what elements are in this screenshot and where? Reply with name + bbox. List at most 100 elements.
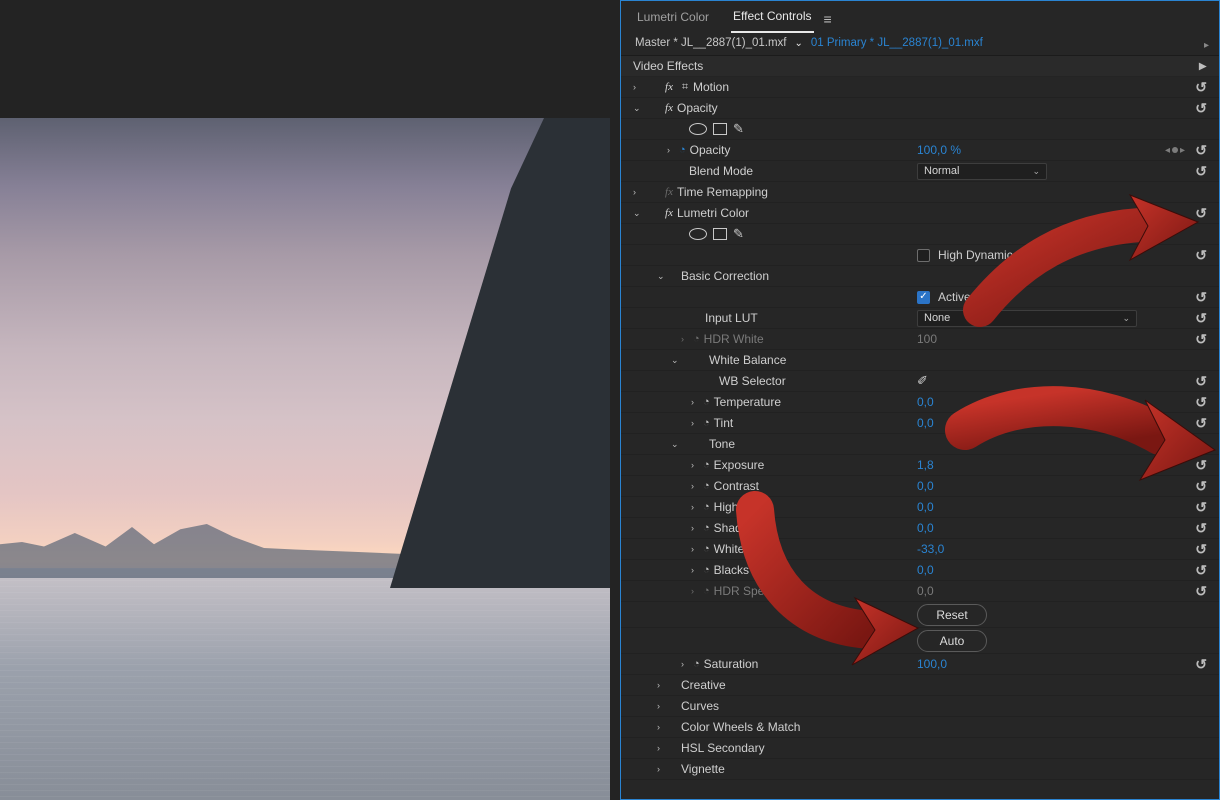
effect-time-remapping[interactable]: › fx Time Remapping — [621, 182, 1219, 203]
chevron-down-icon[interactable]: ⌄ — [657, 271, 669, 282]
effect-lumetri-color[interactable]: ⌄ fx Lumetri Color ↺ — [621, 203, 1219, 224]
mask-rect-icon[interactable] — [713, 228, 727, 240]
chevron-right-icon[interactable]: › — [657, 701, 669, 711]
reset-icon[interactable]: ↺ — [1193, 331, 1209, 348]
highlights-row[interactable]: › ◔ Highlights 0,0 ↺ — [621, 497, 1219, 518]
blend-mode-row[interactable]: Blend Mode Normal ⌄ ↺ — [621, 161, 1219, 182]
chevron-down-icon[interactable]: ⌄ — [671, 439, 683, 450]
temperature-value[interactable]: 0,0 — [917, 395, 934, 409]
panel-menu-icon[interactable]: ≡ — [824, 11, 832, 27]
stopwatch-icon[interactable]: ◔ — [703, 480, 710, 492]
highlights-value[interactable]: 0,0 — [917, 500, 934, 514]
chevron-right-icon[interactable]: › — [681, 659, 693, 669]
reset-icon[interactable]: ↺ — [1193, 79, 1209, 96]
reset-icon[interactable]: ↺ — [1193, 373, 1209, 390]
caret-down-icon[interactable]: ⌄ — [795, 38, 803, 49]
tab-effect-controls[interactable]: Effect Controls — [731, 5, 813, 33]
reset-icon[interactable]: ↺ — [1193, 415, 1209, 432]
active-row[interactable]: Active ↺ — [621, 287, 1219, 308]
chevron-right-icon[interactable]: › — [657, 764, 669, 774]
chevron-right-icon[interactable]: › — [691, 565, 703, 575]
effect-opacity[interactable]: ⌄ fx Opacity ↺ — [621, 98, 1219, 119]
exposure-value[interactable]: 1,8 — [917, 458, 934, 472]
shadows-value[interactable]: 0,0 — [917, 521, 934, 535]
creative-header[interactable]: › Creative — [621, 675, 1219, 696]
fx-icon[interactable]: fx — [661, 186, 677, 198]
mask-ellipse-icon[interactable] — [689, 228, 707, 240]
hdr-row[interactable]: High Dynamic Range ↺ — [621, 245, 1219, 266]
chevron-right-icon[interactable]: › — [667, 145, 679, 155]
stopwatch-icon[interactable]: ◔ — [703, 459, 710, 471]
eyedropper-icon[interactable]: ✐ — [917, 373, 928, 389]
reset-button[interactable]: Reset — [917, 604, 987, 626]
vignette-header[interactable]: › Vignette — [621, 759, 1219, 780]
chevron-down-icon[interactable]: ⌄ — [633, 103, 645, 114]
exposure-row[interactable]: › ◔ Exposure 1,8 ↺ — [621, 455, 1219, 476]
stopwatch-icon[interactable]: ◔ — [703, 522, 710, 534]
blend-mode-dropdown[interactable]: Normal ⌄ — [917, 163, 1047, 180]
collapse-icon[interactable]: ▴ — [1195, 60, 1212, 71]
blacks-row[interactable]: › ◔ Blacks 0,0 ↺ — [621, 560, 1219, 581]
input-lut-dropdown[interactable]: None ⌄ — [917, 310, 1137, 327]
chevron-right-icon[interactable]: › — [657, 680, 669, 690]
mask-pen-icon[interactable]: ✎ — [733, 226, 744, 242]
mask-ellipse-icon[interactable] — [689, 123, 707, 135]
tab-lumetri-color[interactable]: Lumetri Color — [635, 6, 711, 32]
white-balance-header[interactable]: ⌄ White Balance — [621, 350, 1219, 371]
reset-icon[interactable]: ↺ — [1193, 205, 1209, 222]
reset-icon[interactable]: ↺ — [1193, 478, 1209, 495]
hdr-checkbox[interactable] — [917, 249, 930, 262]
mask-pen-icon[interactable]: ✎ — [733, 121, 744, 137]
chevron-right-icon[interactable]: › — [691, 418, 703, 428]
input-lut-row[interactable]: Input LUT None ⌄ ↺ — [621, 308, 1219, 329]
stopwatch-icon[interactable]: ◔ — [679, 144, 686, 156]
breadcrumb-master[interactable]: Master * JL__2887(1)_01.mxf — [635, 37, 787, 49]
temperature-row[interactable]: › ◔ Temperature 0,0 ↺ — [621, 392, 1219, 413]
tint-value[interactable]: 0,0 — [917, 416, 934, 430]
fx-icon[interactable]: fx — [661, 81, 677, 93]
reset-icon[interactable]: ↺ — [1193, 310, 1209, 327]
chevron-right-icon[interactable]: › — [657, 722, 669, 732]
reset-icon[interactable]: ↺ — [1193, 247, 1209, 264]
contrast-row[interactable]: › ◔ Contrast 0,0 ↺ — [621, 476, 1219, 497]
stopwatch-icon[interactable]: ◔ — [703, 417, 710, 429]
active-checkbox[interactable] — [917, 291, 930, 304]
opacity-value[interactable]: 100,0 % — [917, 143, 961, 157]
stopwatch-icon[interactable]: ◔ — [693, 658, 700, 670]
reset-icon[interactable]: ↺ — [1193, 499, 1209, 516]
chevron-right-icon[interactable]: › — [657, 743, 669, 753]
reset-icon[interactable]: ↺ — [1193, 457, 1209, 474]
mask-rect-icon[interactable] — [713, 123, 727, 135]
reset-icon[interactable]: ↺ — [1193, 562, 1209, 579]
basic-correction-header[interactable]: ⌄ Basic Correction — [621, 266, 1219, 287]
reset-icon[interactable]: ↺ — [1193, 394, 1209, 411]
chevron-right-icon[interactable]: › — [633, 187, 645, 197]
tint-row[interactable]: › ◔ Tint 0,0 ↺ — [621, 413, 1219, 434]
reset-icon[interactable]: ↺ — [1193, 289, 1209, 306]
effect-motion[interactable]: › fx ⌗ Motion ↺ — [621, 77, 1219, 98]
reset-icon[interactable]: ↺ — [1193, 656, 1209, 673]
stopwatch-icon[interactable]: ◔ — [703, 396, 710, 408]
curves-header[interactable]: › Curves — [621, 696, 1219, 717]
chevron-right-icon[interactable]: › — [691, 544, 703, 554]
blacks-value[interactable]: 0,0 — [917, 563, 934, 577]
chevron-down-icon[interactable]: ⌄ — [633, 208, 645, 219]
reset-icon[interactable]: ↺ — [1193, 520, 1209, 537]
stopwatch-icon[interactable]: ◔ — [703, 564, 710, 576]
saturation-value[interactable]: 100,0 — [917, 657, 947, 671]
reset-icon[interactable]: ↺ — [1193, 100, 1209, 117]
fx-icon[interactable]: fx — [661, 102, 677, 114]
chevron-right-icon[interactable]: › — [633, 82, 645, 92]
chevron-down-icon[interactable]: ⌄ — [671, 355, 683, 366]
breadcrumb-clip[interactable]: 01 Primary * JL__2887(1)_01.mxf — [811, 37, 983, 49]
auto-button[interactable]: Auto — [917, 630, 987, 652]
hsl-header[interactable]: › HSL Secondary — [621, 738, 1219, 759]
reset-icon[interactable]: ↺ — [1193, 142, 1209, 159]
wb-selector-row[interactable]: WB Selector ✐ ↺ — [621, 371, 1219, 392]
chevron-right-icon[interactable]: › — [691, 523, 703, 533]
stopwatch-icon[interactable]: ◔ — [703, 543, 710, 555]
contrast-value[interactable]: 0,0 — [917, 479, 934, 493]
stopwatch-icon[interactable]: ◔ — [703, 501, 710, 513]
saturation-row[interactable]: › ◔ Saturation 100,0 ↺ — [621, 654, 1219, 675]
tone-header[interactable]: ⌄ Tone — [621, 434, 1219, 455]
